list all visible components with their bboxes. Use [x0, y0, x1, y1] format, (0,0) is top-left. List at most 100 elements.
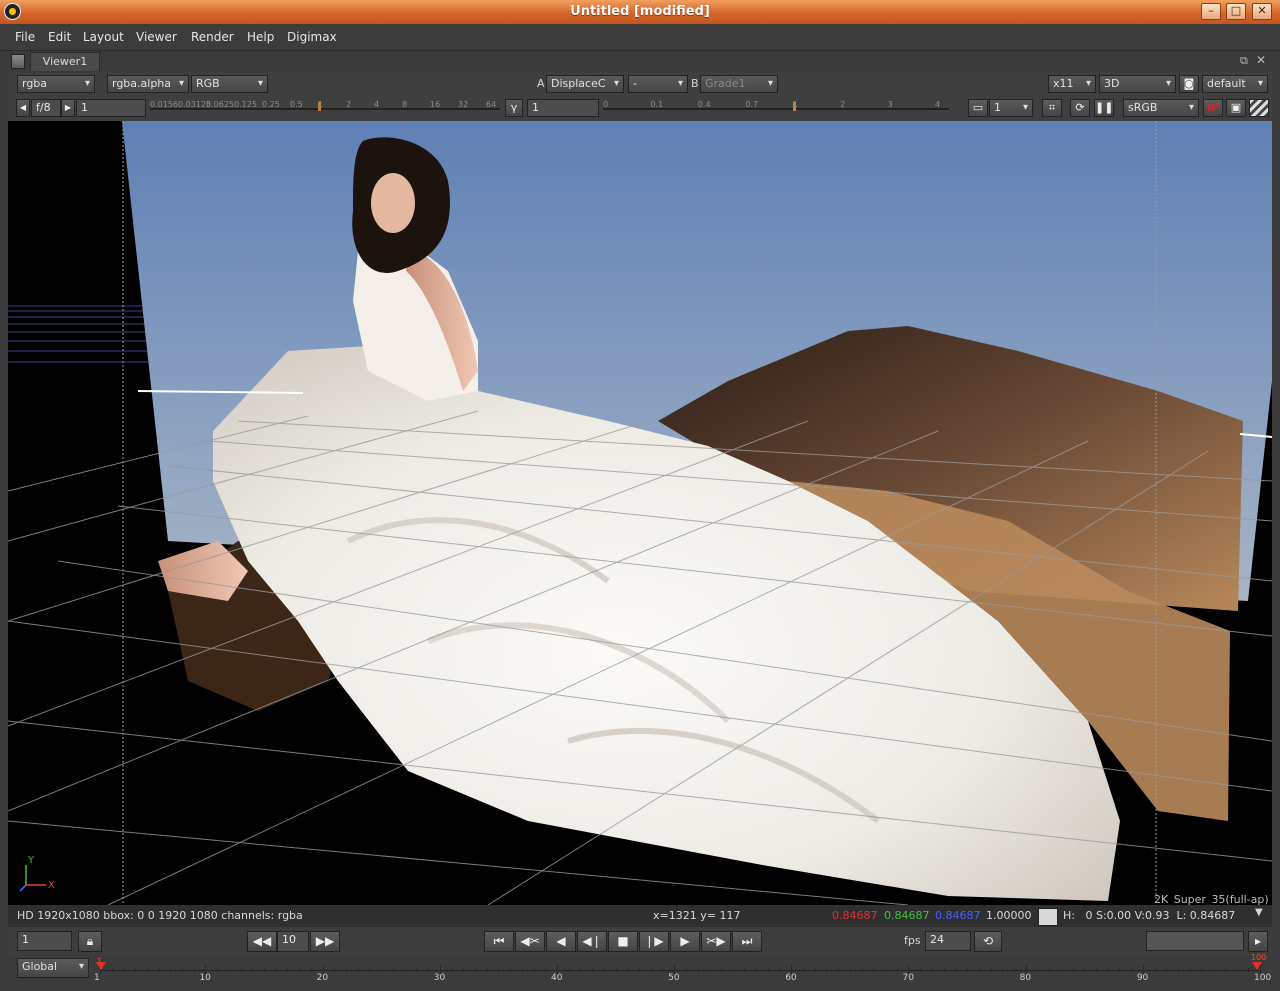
display-channel-dropdown[interactable]: RGB	[191, 75, 268, 93]
end-playhead-icon[interactable]	[1252, 962, 1262, 970]
colorspace-dropdown[interactable]: sRGB	[1123, 99, 1199, 117]
view-mode-dropdown[interactable]: 3D	[1099, 75, 1176, 93]
menu-edit[interactable]: Edit	[48, 30, 71, 44]
camera-icon[interactable]: ◙	[1179, 75, 1199, 93]
proxy-icon[interactable]: ▭	[968, 99, 988, 117]
timeline-minor-tick	[592, 968, 594, 972]
menu-layout[interactable]: Layout	[83, 30, 124, 44]
app-logo-icon[interactable]	[4, 3, 21, 20]
timeline-minor-tick	[1154, 968, 1156, 972]
timeline-tick-label: 50	[668, 973, 680, 983]
playhead-icon[interactable]	[96, 962, 106, 970]
play-forward-icon[interactable]: ▶	[670, 931, 700, 952]
timeline-tick-label: 100	[1254, 973, 1272, 983]
step-back-icon[interactable]: ◀❘	[577, 931, 607, 952]
proxy-dropdown[interactable]: 1	[989, 99, 1033, 117]
gamma-slider-tick: 3	[887, 100, 893, 109]
axis-x-label: X	[48, 880, 55, 891]
tab-viewer1[interactable]: Viewer1	[30, 52, 100, 71]
refresh-icon[interactable]: ⟳	[1070, 99, 1090, 117]
timeline-minor-tick	[334, 968, 336, 972]
gamma-slider-tick: 0.1	[650, 100, 664, 109]
end-frame-marker: 100	[1251, 953, 1267, 962]
gain-field[interactable]: 1	[76, 99, 146, 117]
fps-label: fps	[904, 934, 921, 947]
alpha-channel-dropdown[interactable]: rgba.alpha	[107, 75, 189, 93]
timeline-minor-tick	[521, 968, 523, 972]
menu-file[interactable]: File	[15, 30, 35, 44]
gain-slider[interactable]: 0.01560.031250.06250.1250.250.5124816326…	[150, 99, 500, 117]
skip-increment-field[interactable]: 10	[277, 931, 309, 952]
float-pane-icon[interactable]: ⧉	[1240, 54, 1248, 68]
timeline-minor-tick	[826, 968, 828, 972]
input-process-button[interactable]: IP	[1203, 99, 1223, 117]
lock-icon[interactable]: 🔒︎	[78, 931, 102, 952]
gamma-slider[interactable]: 00.10.40.71234	[603, 99, 949, 117]
menu-viewer[interactable]: Viewer	[136, 30, 177, 44]
maximize-button[interactable]: □	[1226, 3, 1246, 20]
gamma-field[interactable]: 1	[527, 99, 599, 117]
b-input-dropdown[interactable]: Grade1	[700, 75, 778, 93]
timeline-minor-tick	[486, 968, 488, 972]
stop-icon[interactable]: ■	[608, 931, 638, 952]
last-frame-icon[interactable]: ⏭	[732, 931, 762, 952]
timeline-minor-tick	[135, 968, 137, 972]
timeline-minor-tick	[1095, 968, 1097, 972]
overlay-stripes-icon[interactable]	[1249, 99, 1269, 117]
timeline-minor-tick	[264, 968, 266, 972]
gamma-slider-knob[interactable]	[792, 102, 796, 111]
viewport-canvas[interactable]: Y X 2K_Super_35(full-ap)	[8, 121, 1272, 905]
first-frame-icon[interactable]: ⏮	[484, 931, 514, 952]
wipe-operation-dropdown[interactable]: -	[628, 75, 688, 93]
timeline-minor-tick	[158, 968, 160, 972]
timeline-tick-label: 20	[316, 973, 329, 983]
pixel-color-swatch	[1038, 908, 1058, 926]
timeline-minor-tick	[1131, 968, 1133, 972]
timeline-minor-tick	[885, 968, 887, 972]
fstop-left-arrow-icon[interactable]: ◀	[16, 99, 30, 117]
extra-field[interactable]	[1146, 931, 1244, 951]
menu-bar: File Edit Layout Viewer Render Help Digi…	[0, 24, 1280, 51]
close-button[interactable]: ✕	[1252, 3, 1272, 20]
roi-icon[interactable]: ⌗	[1042, 99, 1062, 117]
viewer-viewport[interactable]: Y X 2K_Super_35(full-ap)	[8, 121, 1272, 905]
loop-icon[interactable]: ⟲	[974, 931, 1002, 952]
timeline-ruler[interactable]: 1 10 20 30 40 50 60 70 80 90 100	[94, 957, 1271, 985]
lut-icon[interactable]: ▣	[1226, 99, 1246, 117]
skip-back-icon[interactable]: ◀◀	[247, 931, 277, 952]
a-input-dropdown[interactable]: DisplaceC	[546, 75, 624, 93]
pane-handle-icon[interactable]	[11, 54, 25, 69]
gain-slider-knob[interactable]	[318, 102, 321, 111]
timeline-options-icon[interactable]: ▸	[1248, 931, 1268, 952]
timeline-scope-dropdown[interactable]: Global	[17, 958, 89, 978]
menu-help[interactable]: Help	[247, 30, 274, 44]
fstop-right-arrow-icon[interactable]: ▶	[61, 99, 75, 117]
menu-render[interactable]: Render	[191, 30, 234, 44]
timeline-tick-label: 1	[94, 973, 100, 983]
timeline-minor-tick	[416, 968, 418, 972]
title-bar[interactable]: Untitled [modified]	[0, 0, 1280, 25]
channels-dropdown[interactable]: rgba	[17, 75, 95, 93]
current-frame-field[interactable]: 1	[17, 931, 72, 951]
camera-dropdown[interactable]: default	[1202, 75, 1268, 93]
timeline-minor-tick	[967, 968, 969, 972]
play-backward-icon[interactable]: ◀	[546, 931, 576, 952]
timeline-minor-tick	[838, 968, 840, 972]
step-forward-icon[interactable]: ❘▶	[639, 931, 669, 952]
info-menu-arrow-icon[interactable]: ▼	[1255, 907, 1263, 918]
close-pane-icon[interactable]: ✕	[1256, 53, 1266, 67]
timeline-minor-tick	[1072, 968, 1074, 972]
prev-keyframe-icon[interactable]: ◀✂	[515, 931, 545, 952]
timeline-minor-tick	[1248, 968, 1250, 972]
fps-field[interactable]: 24	[925, 931, 971, 951]
minimize-button[interactable]: –	[1201, 3, 1221, 20]
menu-digimax[interactable]: Digimax	[287, 30, 337, 44]
timeline-minor-tick	[849, 968, 851, 972]
next-keyframe-icon[interactable]: ✂▶	[701, 931, 731, 952]
timeline-minor-tick	[240, 968, 242, 972]
pause-icon[interactable]: ❚❚	[1094, 99, 1114, 117]
fstop-field[interactable]: f/8	[31, 99, 61, 117]
zoom-dropdown[interactable]: x11	[1048, 75, 1096, 93]
gamma-button[interactable]: γ	[505, 99, 523, 117]
skip-forward-icon[interactable]: ▶▶	[310, 931, 340, 952]
